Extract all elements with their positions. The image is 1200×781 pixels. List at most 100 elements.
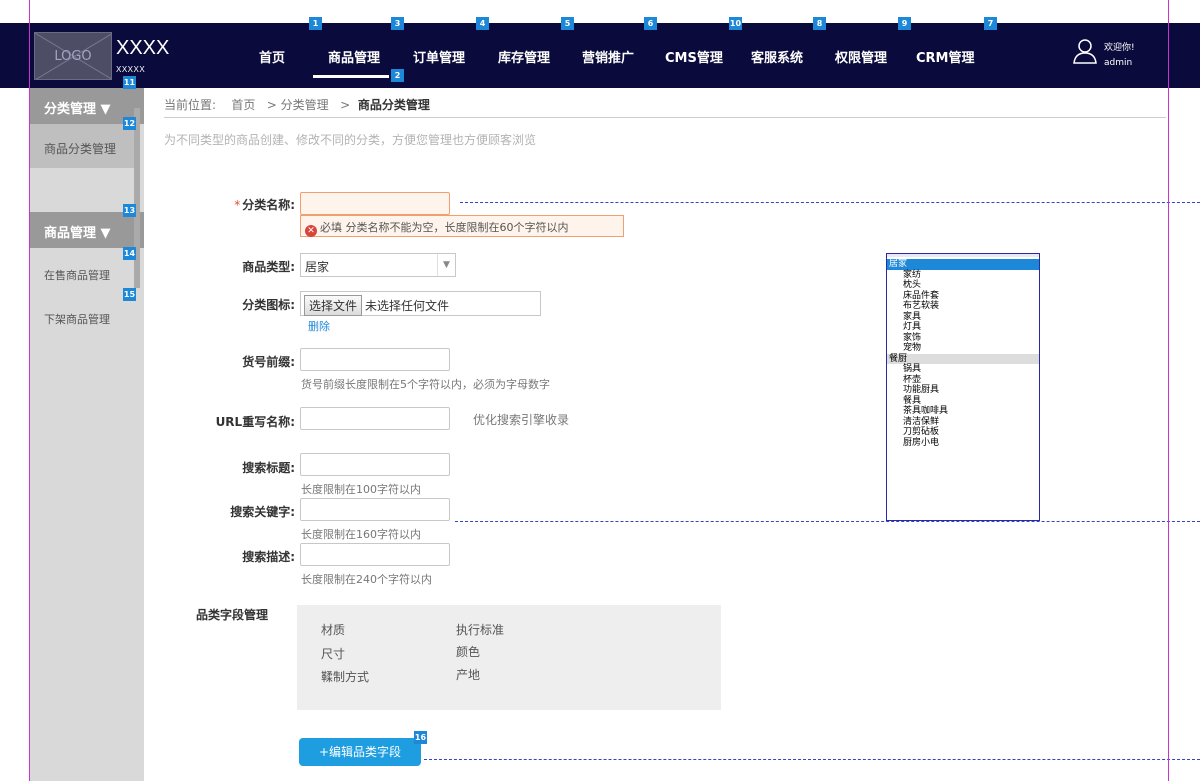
annotation-badge: 15 [123, 288, 136, 301]
seo-title-input[interactable] [300, 453, 450, 476]
breadcrumb-category[interactable]: 分类管理 [281, 98, 329, 112]
brand-name: XXXX [116, 37, 170, 59]
sku-prefix-label: 货号前缀: [242, 355, 295, 369]
dropdown-option[interactable]: 灯具 [887, 322, 1039, 333]
sku-prefix-hint: 货号前缀长度限制在5个字符以内，必须为字母数字 [301, 378, 550, 391]
field-item: 鞣制方式 [321, 670, 370, 684]
field-management-panel: 材质 执行标准 尺寸 颜色 鞣制方式 产地 [297, 605, 721, 710]
field-item: 产地 [456, 668, 481, 682]
annotation-badge: 14 [123, 247, 136, 260]
category-icon-file-input[interactable]: 选择文件 未选择任何文件 [300, 291, 541, 316]
guide-line-right [1168, 0, 1169, 781]
category-name-input[interactable] [300, 192, 450, 215]
dropdown-option[interactable]: 枕头 [887, 280, 1039, 291]
required-marker: * [234, 198, 241, 212]
url-rewrite-hint: 优化搜索引擎收录 [473, 413, 570, 427]
field-item: 尺寸 [321, 647, 346, 661]
seo-description-label: 搜索描述: [242, 550, 295, 564]
goods-type-value: 居家 [305, 260, 330, 274]
field-item: 颜色 [456, 645, 481, 659]
category-name-error: ✕ 必填 分类名称不能为空，长度限制在60个字符以内 [300, 215, 624, 237]
dropdown-options: 居家 家纺 枕头 床品件套 布艺软装 家具 灯具 家饰 宠物 餐厨 锅具 杯壶 功能厨具 餐具 茶具咖啡具清… [887, 259, 1039, 448]
dropdown-option[interactable]: 家纺 [887, 270, 1039, 281]
annotation-badge: 12 [123, 117, 136, 130]
active-nav-indicator [313, 75, 389, 78]
dropdown-option[interactable]: 宠物 [887, 343, 1039, 354]
dropdown-option[interactable]: 床品件套 [887, 291, 1039, 302]
nav-permissions[interactable]: 权限管理 [835, 47, 887, 66]
url-rewrite-label: URL重写名称: [215, 415, 295, 429]
annotation-badge: 7 [984, 17, 997, 30]
seo-keyword-input[interactable] [300, 498, 450, 521]
nav-goods[interactable]: 商品管理 [328, 47, 380, 66]
dropdown-option[interactable]: 杯壶 [887, 375, 1039, 386]
dropdown-group: 居家 [887, 259, 1039, 270]
breadcrumb-home[interactable]: 首页 [231, 98, 255, 112]
sidebar-item-category-management[interactable]: 商品分类管理 [30, 124, 134, 168]
sidebar-scrollbar[interactable] [134, 108, 140, 288]
sidebar-item-onsale[interactable]: 在售商品管理 [44, 267, 110, 283]
category-name-label: * 分类名称: [200, 196, 295, 213]
dropdown-option[interactable]: 布艺软装 [887, 301, 1039, 312]
choose-file-button[interactable]: 选择文件 [304, 295, 363, 316]
nav-inventory[interactable]: 库存管理 [498, 47, 550, 66]
dropdown-option[interactable]: 厨房小电 [887, 438, 1039, 449]
breadcrumb-current: 商品分类管理 [357, 98, 430, 112]
sidebar-item-offshelf[interactable]: 下架商品管理 [44, 311, 110, 327]
nav-cms[interactable]: CMS管理 [665, 47, 723, 66]
annotation-badge: 5 [561, 17, 574, 30]
seo-title-hint: 长度限制在100字符以内 [301, 483, 421, 496]
annotation-badge: 8 [813, 17, 826, 30]
category-name-label-text: 分类名称: [242, 198, 295, 212]
logo-placeholder[interactable]: LOGO [34, 32, 112, 80]
seo-description-hint: 长度限制在240个字符以内 [301, 573, 432, 586]
dropdown-option[interactable]: 功能厨具 [887, 385, 1039, 396]
dropdown-group: 餐厨 [887, 353, 1039, 364]
breadcrumb-separator: > [340, 98, 351, 112]
breadcrumb-separator: > [266, 98, 277, 112]
goods-type-dropdown-list[interactable]: 居家 家纺 枕头 床品件套 布艺软装 家具 灯具 家饰 宠物 餐厨 锅具 杯壶 功能厨具 餐具 茶具咖啡具清… [886, 253, 1040, 521]
logo-text: LOGO [54, 49, 92, 64]
dropdown-option[interactable]: 茶具咖啡具 [887, 406, 1039, 417]
edit-category-fields-button[interactable]: +编辑品类字段 [299, 738, 421, 766]
seo-title-label: 搜索标题: [242, 461, 295, 475]
user-icon[interactable] [1071, 37, 1099, 65]
dropdown-option[interactable]: 餐具 [887, 396, 1039, 407]
dropdown-option[interactable]: 家具 [887, 312, 1039, 323]
annotation-badge: 9 [898, 17, 911, 30]
nav-orders[interactable]: 订单管理 [413, 47, 465, 66]
welcome-text: 欢迎你! [1104, 43, 1135, 53]
top-navigation-bar: LOGO XXXX XXXXX 首页 商品管理 订单管理 库存管理 营销推广 C… [0, 23, 1200, 88]
annotation-line [455, 521, 1200, 522]
dropdown-option[interactable]: 锅具 [887, 364, 1039, 375]
annotation-badge: 13 [123, 204, 136, 217]
seo-description-input[interactable] [300, 543, 450, 566]
welcome-block: 欢迎你! admin [1104, 41, 1135, 71]
annotation-badge: 6 [644, 17, 657, 30]
nav-customer-service[interactable]: 客服系统 [751, 47, 803, 66]
delete-icon-link[interactable]: 删除 [308, 318, 330, 334]
file-status: 未选择任何文件 [365, 299, 450, 313]
nav-crm[interactable]: CRM管理 [916, 47, 975, 66]
dropdown-option[interactable]: 家饰 [887, 333, 1039, 344]
guide-line-left [29, 0, 30, 781]
category-icon-label: 分类图标: [242, 298, 295, 312]
dropdown-top-strip [887, 254, 1039, 257]
nav-marketing[interactable]: 营销推广 [582, 47, 634, 66]
url-rewrite-input[interactable] [300, 407, 450, 430]
annotation-badge: 16 [414, 731, 427, 744]
sidebar: 分类管理 ▼ 商品分类管理 商品管理 ▼ 在售商品管理 下架商品管理 [30, 88, 144, 781]
username[interactable]: admin [1104, 56, 1135, 71]
dropdown-option[interactable]: 清洁保鲜 [887, 417, 1039, 428]
goods-type-label: 商品类型: [242, 260, 295, 274]
goods-type-select[interactable]: 居家 ▼ [300, 253, 456, 277]
annotation-badge: 3 [391, 17, 404, 30]
sku-prefix-input[interactable] [300, 348, 450, 371]
annotation-badge: 4 [476, 17, 489, 30]
nav-home[interactable]: 首页 [259, 47, 285, 66]
seo-keyword-label: 搜索关键字: [230, 505, 295, 519]
sidebar-section-goods[interactable]: 商品管理 ▼ [30, 212, 144, 248]
error-icon: ✕ [305, 225, 317, 237]
dropdown-option[interactable]: 刀剪砧板 [887, 427, 1039, 438]
annotation-badge: 11 [123, 76, 136, 89]
